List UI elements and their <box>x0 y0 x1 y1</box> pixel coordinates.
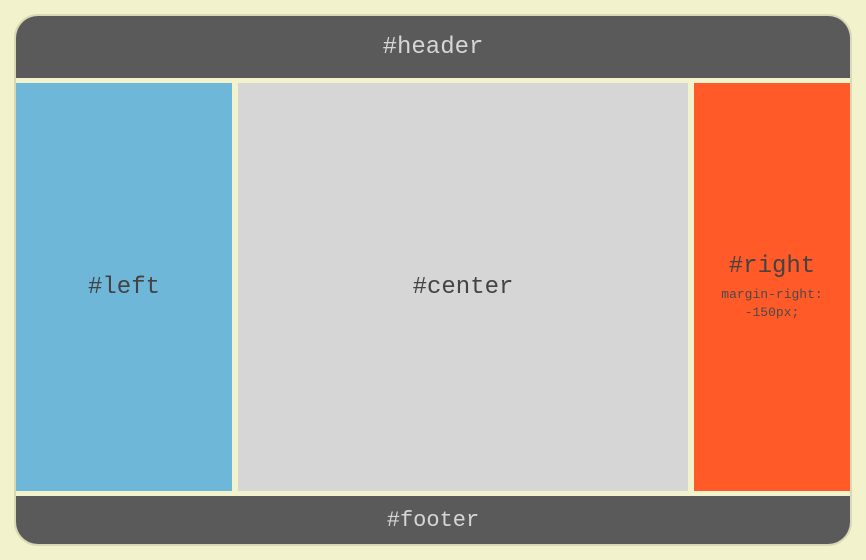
right-caption: margin-right: -150px; <box>721 286 822 321</box>
footer-label: #footer <box>387 508 479 533</box>
left-region: #left <box>16 83 232 491</box>
right-region: #right margin-right: -150px; <box>694 83 850 491</box>
right-label: #right <box>729 253 815 280</box>
header-region: #header <box>16 16 850 78</box>
center-label: #center <box>413 274 514 301</box>
footer-region: #footer <box>16 496 850 544</box>
left-label: #left <box>88 274 160 301</box>
layout-diagram: #header #left #center #right margin-righ… <box>14 14 852 546</box>
center-region: #center <box>238 83 688 491</box>
main-row: #left #center #right margin-right: -150p… <box>16 78 850 496</box>
header-label: #header <box>383 34 484 61</box>
